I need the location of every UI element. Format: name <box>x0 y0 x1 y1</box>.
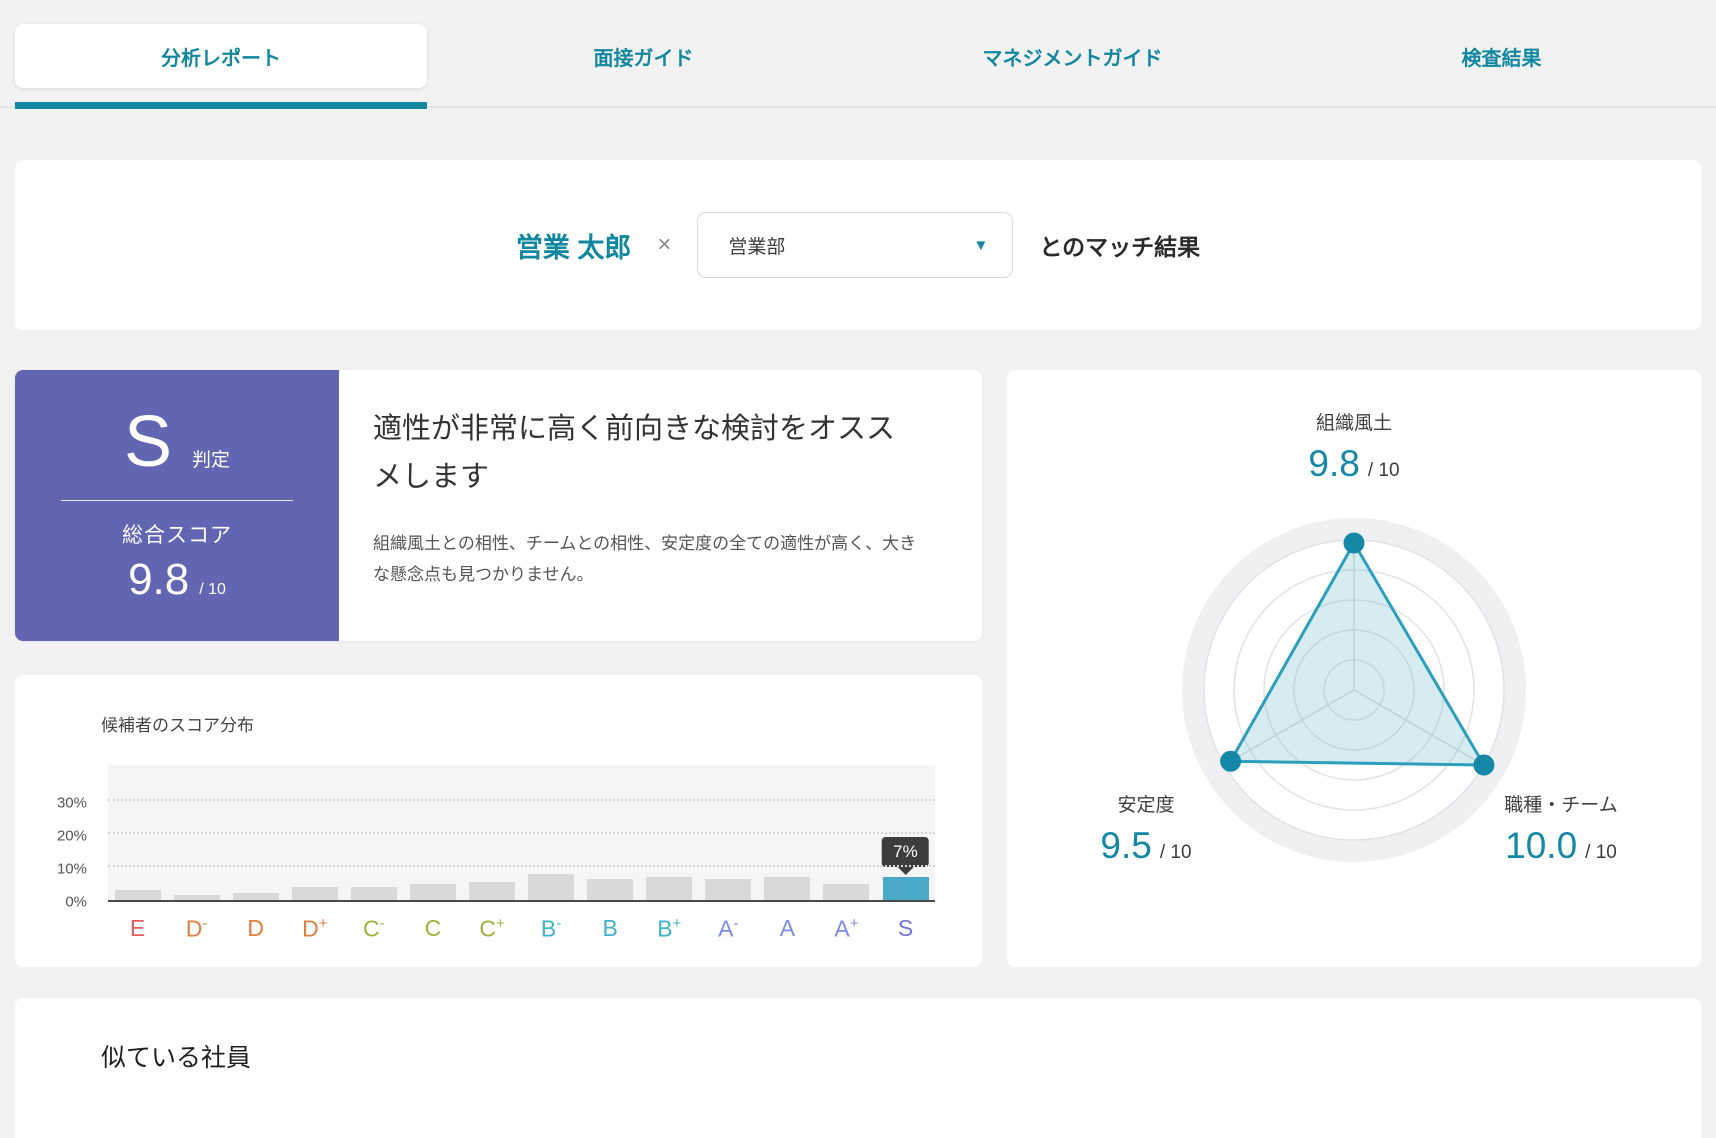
similar-employees-title: 似ている社員 <box>101 1038 251 1074</box>
grade-label: B- <box>522 915 581 943</box>
grade-divider <box>61 500 293 501</box>
active-tab-underline <box>15 102 427 109</box>
radar-axis-denominator: / 10 <box>1368 460 1400 481</box>
radar-axis-value: 9.8 <box>1308 443 1359 484</box>
bar[interactable] <box>115 890 161 900</box>
tab-label: 面接ガイド <box>594 42 694 71</box>
grade-label: A <box>758 915 817 943</box>
grade-label: A- <box>699 915 758 943</box>
grade-label: S <box>876 915 935 943</box>
department-dropdown-value: 営業部 <box>728 232 785 259</box>
verdict-headline: 適性が非常に高く前向きな検討をオススメします <box>373 406 922 502</box>
total-score-value: 9.8 <box>128 555 189 605</box>
match-suffix-text: とのマッチ結果 <box>1039 228 1200 262</box>
bar-plot: 7% <box>108 765 935 902</box>
grade-label: D <box>226 915 285 943</box>
candidate-name: 営業 太郎 <box>516 226 632 265</box>
bar-highlight[interactable] <box>883 877 929 900</box>
grade-label: B <box>581 915 640 943</box>
department-dropdown[interactable]: 営業部 ▼ <box>697 212 1013 278</box>
bar[interactable] <box>646 877 692 900</box>
bar[interactable] <box>410 884 456 901</box>
radar-axis-label: 組織風土 <box>1007 408 1701 435</box>
radar-axis-stability: 安定度 9.5 / 10 <box>1021 790 1271 867</box>
grade-panel: S 判定 総合スコア 9.8 / 10 <box>15 370 339 641</box>
gridline <box>108 865 935 867</box>
gridline <box>108 799 935 801</box>
radar-axis-label: 安定度 <box>1021 790 1271 817</box>
score-distribution-card: 候補者のスコア分布 0% 10% 20% 30% 7% ED-DD+C-CC+B-BB… <box>15 675 982 967</box>
grade-label: C+ <box>462 915 521 943</box>
grade-label: C- <box>344 915 403 943</box>
tab-analysis-report[interactable]: 分析レポート <box>15 24 427 88</box>
distribution-title: 候補者のスコア分布 <box>101 711 254 736</box>
match-header-card: 営業 太郎 × 営業部 ▼ とのマッチ結果 <box>15 160 1701 330</box>
similar-employees-card: 似ている社員 <box>15 998 1701 1138</box>
summary-panel: 適性が非常に高く前向きな検討をオススメします 組織風土との相性、チームとの相性、… <box>339 370 982 641</box>
chevron-down-icon: ▼ <box>974 237 989 254</box>
y-tick-label: 10% <box>57 861 87 878</box>
y-axis: 0%10%20%30% <box>15 765 99 902</box>
grade-label: D+ <box>285 915 344 943</box>
grade-suffix: 判定 <box>192 445 230 472</box>
bar[interactable] <box>705 879 751 900</box>
grade-letter: S <box>124 406 172 478</box>
radar-axis-value: 10.0 <box>1505 825 1577 866</box>
total-score-denominator: / 10 <box>199 581 226 599</box>
grade-label: B+ <box>640 915 699 943</box>
bar-tooltip: 7% <box>882 837 929 867</box>
tab-interview-guide[interactable]: 面接ガイド <box>429 24 858 88</box>
bar[interactable] <box>587 879 633 900</box>
tab-management-guide[interactable]: マネジメントガイド <box>858 24 1287 88</box>
tab-test-results[interactable]: 検査結果 <box>1287 24 1716 88</box>
radar-axis-denominator: / 10 <box>1585 842 1617 863</box>
radar-axis-value: 9.5 <box>1100 825 1151 866</box>
total-score-label: 総合スコア <box>122 519 232 549</box>
radar-axis-denominator: / 10 <box>1160 842 1192 863</box>
multiply-separator: × <box>657 231 671 259</box>
grade-label: A+ <box>817 915 876 943</box>
bar[interactable] <box>469 882 515 900</box>
grade-label: C <box>403 915 462 943</box>
radar-axis-team: 職種・チーム 10.0 / 10 <box>1427 790 1695 867</box>
bar[interactable] <box>292 887 338 900</box>
y-tick-label: 30% <box>57 794 87 811</box>
bar[interactable] <box>174 895 220 900</box>
grade-label: D- <box>167 915 226 943</box>
verdict-card: S 判定 総合スコア 9.8 / 10 適性が非常に高く前向きな検討をオススメし… <box>15 370 982 641</box>
tab-label: 検査結果 <box>1462 42 1542 71</box>
verdict-description: 組織風土との相性、チームとの相性、安定度の全ての適性が高く、大きな懸念点も見つか… <box>373 528 922 591</box>
tab-label: マネジメントガイド <box>983 42 1163 71</box>
bar[interactable] <box>528 874 574 900</box>
gridline <box>108 832 935 834</box>
radar-card: 組織風土 9.8 / 10 職種・チーム 10.0 / 10 安定度 9.5 / 10 <box>1007 370 1701 967</box>
grade-row: ED-DD+C-CC+B-BB+A-AA+S <box>108 915 935 943</box>
tab-label: 分析レポート <box>161 42 281 71</box>
radar-axis-culture: 組織風土 9.8 / 10 <box>1007 408 1701 485</box>
bar[interactable] <box>351 887 397 900</box>
y-tick-label: 0% <box>65 894 87 911</box>
bar[interactable] <box>233 893 279 900</box>
radar-axis-label: 職種・チーム <box>1427 790 1695 817</box>
tab-bar: 分析レポート 面接ガイド マネジメントガイド 検査結果 <box>0 0 1716 112</box>
grade-label: E <box>108 915 167 943</box>
bar[interactable] <box>764 877 810 900</box>
bar[interactable] <box>823 884 869 901</box>
y-tick-label: 20% <box>57 827 87 844</box>
